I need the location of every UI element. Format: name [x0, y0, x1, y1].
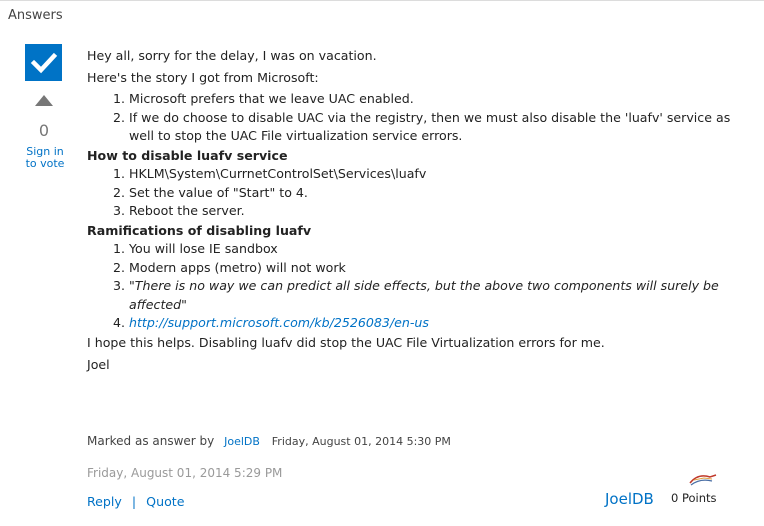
list-item: Set the value of "Start" to 4.	[129, 184, 737, 203]
author-name-link[interactable]: JoelDB	[605, 490, 654, 508]
story-list: Microsoft prefers that we leave UAC enab…	[87, 90, 737, 146]
post-actions: Reply | Quote	[87, 494, 184, 509]
sign-in-line2: to vote	[25, 157, 65, 170]
list-item: http://support.microsoft.com/kb/2526083/…	[129, 314, 737, 333]
quote-text: "There is no way we can predict all side…	[129, 278, 719, 312]
marked-as-answer: Marked as answer by JoelDB Friday, Augus…	[87, 434, 451, 448]
avatar-icon[interactable]	[688, 471, 718, 487]
list-item: Reboot the server.	[129, 202, 737, 221]
how-heading: How to disable luafv service	[87, 147, 288, 163]
list-item: If we do choose to disable UAC via the r…	[129, 109, 737, 146]
action-separator: |	[131, 494, 137, 509]
kb-link[interactable]: http://support.microsoft.com/kb/2526083/…	[129, 315, 429, 330]
top-divider	[0, 0, 764, 1]
vote-up-icon[interactable]	[35, 95, 53, 106]
list-item: Microsoft prefers that we leave UAC enab…	[129, 90, 737, 109]
answer-checkmark-icon	[25, 44, 62, 81]
post-intro: Here's the story I got from Microsoft:	[87, 69, 319, 85]
post-signature: Joel	[87, 357, 110, 372]
section-title: Answers	[8, 8, 63, 23]
list-item: Modern apps (metro) will not work	[129, 259, 737, 278]
post-closing: I hope this helps. Disabling luafv did s…	[87, 334, 605, 350]
author-points: 0 Points	[671, 491, 717, 505]
ramifications-list: You will lose IE sandbox Modern apps (me…	[87, 240, 737, 333]
list-item: You will lose IE sandbox	[129, 240, 737, 259]
post-greeting: Hey all, sorry for the delay, I was on v…	[87, 48, 377, 63]
marked-date: Friday, August 01, 2014 5:30 PM	[271, 435, 451, 448]
post-body: Hey all, sorry for the delay, I was on v…	[87, 47, 737, 378]
marked-by-link[interactable]: JoelDB	[224, 435, 260, 448]
post-date: Friday, August 01, 2014 5:29 PM	[87, 466, 283, 480]
list-item: HKLM\System\CurrnetControlSet\Services\l…	[129, 165, 737, 184]
quote-link[interactable]: Quote	[146, 494, 184, 509]
vote-count: 0	[38, 121, 50, 140]
list-item: "There is no way we can predict all side…	[129, 277, 737, 314]
ramifications-heading: Ramifications of disabling luafv	[87, 222, 312, 238]
reply-link[interactable]: Reply	[87, 494, 122, 509]
sign-in-to-vote-link[interactable]: Sign in to vote	[20, 146, 70, 170]
marked-label: Marked as answer by	[87, 434, 215, 448]
how-list: HKLM\System\CurrnetControlSet\Services\l…	[87, 165, 737, 221]
